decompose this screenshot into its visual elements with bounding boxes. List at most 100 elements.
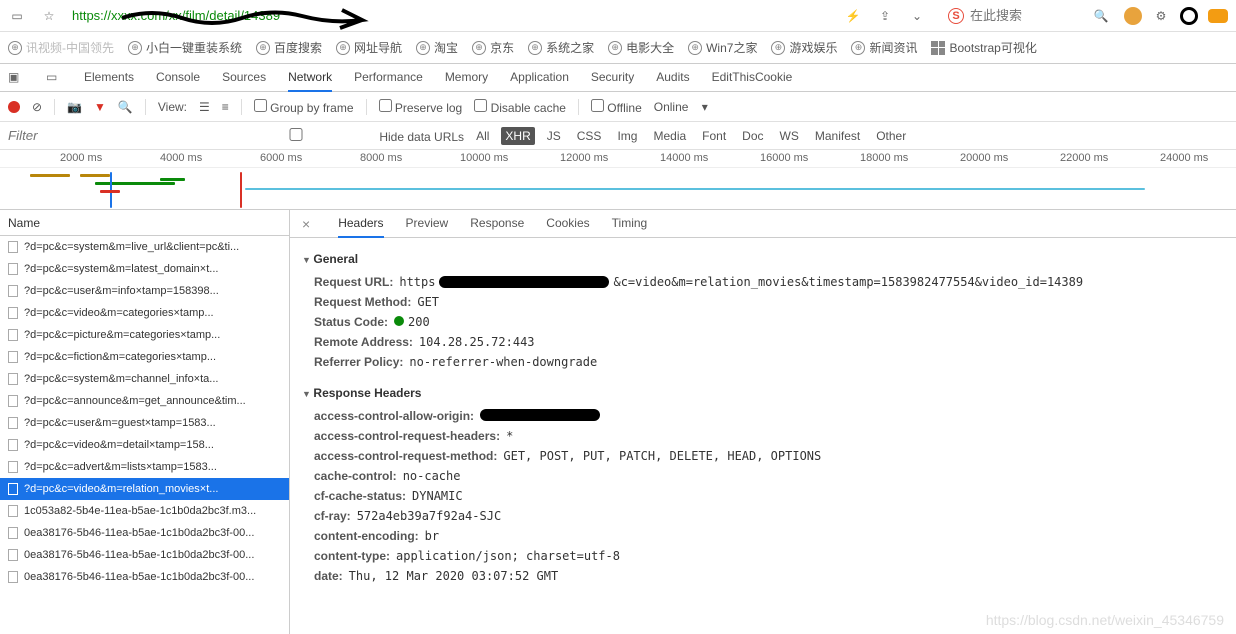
search-icon[interactable]: 🔍: [118, 100, 133, 114]
throttle-select[interactable]: Online ▾: [654, 100, 708, 114]
response-header-row: access-control-request-headers:*: [302, 426, 1224, 446]
chevron-down-icon[interactable]: ⌄: [908, 7, 926, 25]
reader-icon[interactable]: ▭: [8, 7, 26, 25]
request-item[interactable]: ?d=pc&c=system&m=live_url&client=pc&ti..…: [0, 236, 289, 258]
star-icon[interactable]: ☆: [40, 7, 58, 25]
inspect-icon[interactable]: ▣: [8, 70, 24, 86]
request-item[interactable]: 0ea38176-5b46-11ea-b5ae-1c1b0da2bc3f-00.…: [0, 566, 289, 588]
close-icon[interactable]: ×: [302, 216, 310, 232]
search-input[interactable]: [970, 8, 1070, 23]
disable-cache-checkbox[interactable]: Disable cache: [474, 99, 566, 115]
request-item[interactable]: ?d=pc&c=system&m=channel_info×ta...: [0, 368, 289, 390]
devtools-tab-sources[interactable]: Sources: [222, 64, 266, 91]
filter-icon[interactable]: ▼: [94, 100, 106, 114]
devtools-tab-editthiscookie[interactable]: EditThisCookie: [712, 64, 793, 91]
filter-type-all[interactable]: All: [472, 127, 493, 145]
request-item[interactable]: ?d=pc&c=video&m=categories×tamp...: [0, 302, 289, 324]
request-item[interactable]: ?d=pc&c=system&m=latest_domain×t...: [0, 258, 289, 280]
filter-type-font[interactable]: Font: [698, 127, 730, 145]
response-header-row: date:Thu, 12 Mar 2020 03:07:52 GMT: [302, 566, 1224, 586]
request-item[interactable]: ?d=pc&c=picture&m=categories×tamp...: [0, 324, 289, 346]
filter-type-manifest[interactable]: Manifest: [811, 127, 864, 145]
filter-type-js[interactable]: JS: [543, 127, 565, 145]
timeline-mark: 4000 ms: [160, 152, 202, 164]
cookie-icon[interactable]: [1124, 7, 1142, 25]
devtools-tab-security[interactable]: Security: [591, 64, 634, 91]
bookmark-item[interactable]: ⊕百度搜索: [256, 39, 322, 56]
devtools-tab-network[interactable]: Network: [288, 64, 332, 92]
filter-input[interactable]: [8, 128, 168, 143]
bookmark-item[interactable]: ⊕淘宝: [416, 39, 458, 56]
bookmark-item[interactable]: ⊕电影大全: [608, 39, 674, 56]
timeline-mark: 8000 ms: [360, 152, 402, 164]
opera-icon[interactable]: [1180, 7, 1198, 25]
details-tab-response[interactable]: Response: [470, 210, 524, 237]
response-header-row: cf-cache-status:DYNAMIC: [302, 486, 1224, 506]
details-tab-cookies[interactable]: Cookies: [546, 210, 589, 237]
bookmark-item[interactable]: ⊕游戏娱乐: [771, 39, 837, 56]
filter-type-media[interactable]: Media: [649, 127, 690, 145]
filter-type-doc[interactable]: Doc: [738, 127, 767, 145]
network-split: Name ?d=pc&c=system&m=live_url&client=pc…: [0, 210, 1236, 634]
record-button[interactable]: [8, 101, 20, 113]
view-large-icon[interactable]: ☰: [199, 100, 210, 114]
details-tab-headers[interactable]: Headers: [338, 210, 383, 238]
request-list-header[interactable]: Name: [0, 210, 289, 236]
details-tab-timing[interactable]: Timing: [612, 210, 648, 237]
request-item[interactable]: 1c053a82-5b4e-11ea-b5ae-1c1b0da2bc3f.m3.…: [0, 500, 289, 522]
search-box[interactable]: S: [940, 8, 1078, 24]
group-by-frame-checkbox[interactable]: Group by frame: [254, 99, 354, 115]
bookmark-item[interactable]: Bootstrap可视化: [931, 39, 1036, 56]
bookmark-item[interactable]: ⊕Win7之家: [688, 39, 757, 56]
bookmark-item[interactable]: ⊕网址导航: [336, 39, 402, 56]
view-small-icon[interactable]: ≡: [222, 100, 229, 114]
details-body: General Request URL: https&c=video&m=rel…: [290, 238, 1236, 634]
response-header-row: content-encoding:br: [302, 526, 1224, 546]
request-item[interactable]: ?d=pc&c=fiction&m=categories×tamp...: [0, 346, 289, 368]
devtools-tab-performance[interactable]: Performance: [354, 64, 423, 91]
devtools-tab-console[interactable]: Console: [156, 64, 200, 91]
request-item[interactable]: ?d=pc&c=video&m=relation_movies×t...: [0, 478, 289, 500]
bolt-icon[interactable]: ⚡: [844, 7, 862, 25]
clear-button[interactable]: ⊘: [32, 100, 42, 114]
filter-type-ws[interactable]: WS: [776, 127, 803, 145]
filter-type-other[interactable]: Other: [872, 127, 910, 145]
timeline[interactable]: 2000 ms4000 ms6000 ms8000 ms10000 ms1200…: [0, 150, 1236, 210]
request-item[interactable]: 0ea38176-5b46-11ea-b5ae-1c1b0da2bc3f-00.…: [0, 522, 289, 544]
request-item[interactable]: ?d=pc&c=user&m=info×tamp=158398...: [0, 280, 289, 302]
hide-data-urls-checkbox[interactable]: Hide data URLs: [216, 128, 464, 144]
request-item[interactable]: ?d=pc&c=video&m=detail×tamp=158...: [0, 434, 289, 456]
view-label: View:: [158, 100, 187, 114]
bookmark-item[interactable]: ⊕新闻资讯: [851, 39, 917, 56]
request-item[interactable]: 0ea38176-5b46-11ea-b5ae-1c1b0da2bc3f-00.…: [0, 544, 289, 566]
devtools-tab-audits[interactable]: Audits: [656, 64, 689, 91]
magnify-icon[interactable]: 🔍: [1092, 7, 1110, 25]
gear-icon[interactable]: ⚙: [1152, 7, 1170, 25]
game-icon[interactable]: [1208, 9, 1228, 23]
share-icon[interactable]: ⇪: [876, 7, 894, 25]
request-item[interactable]: ?d=pc&c=user&m=guest×tamp=1583...: [0, 412, 289, 434]
request-item[interactable]: ?d=pc&c=advert&m=lists×tamp=1583...: [0, 456, 289, 478]
filter-type-css[interactable]: CSS: [573, 127, 606, 145]
url-bar[interactable]: https://xxxx.com/xx/film/detail/14389: [72, 8, 280, 23]
filter-type-xhr[interactable]: XHR: [501, 127, 534, 145]
devtools-tab-application[interactable]: Application: [510, 64, 569, 91]
row-status-code: Status Code:200: [302, 312, 1224, 332]
bookmark-item[interactable]: ⊕小白一键重装系统: [128, 39, 242, 56]
offline-checkbox[interactable]: Offline: [591, 99, 642, 115]
section-general[interactable]: General: [302, 252, 1224, 266]
device-icon[interactable]: ▭: [46, 70, 62, 86]
bookmark-item[interactable]: ⊕京东: [472, 39, 514, 56]
devtools-tab-memory[interactable]: Memory: [445, 64, 488, 91]
bookmark-item[interactable]: ⊕系统之家: [528, 39, 594, 56]
details-tab-preview[interactable]: Preview: [406, 210, 449, 237]
row-request-url: Request URL: https&c=video&m=relation_mo…: [302, 272, 1224, 292]
bookmark-item[interactable]: ⊕讯视频-中国领先: [8, 39, 114, 56]
filter-type-img[interactable]: Img: [613, 127, 641, 145]
extension-icons: ⚙: [1124, 7, 1228, 25]
preserve-log-checkbox[interactable]: Preserve log: [379, 99, 463, 115]
section-response-headers[interactable]: Response Headers: [302, 386, 1224, 400]
camera-icon[interactable]: 📷: [67, 100, 82, 114]
request-item[interactable]: ?d=pc&c=announce&m=get_announce&tim...: [0, 390, 289, 412]
devtools-tab-elements[interactable]: Elements: [84, 64, 134, 91]
